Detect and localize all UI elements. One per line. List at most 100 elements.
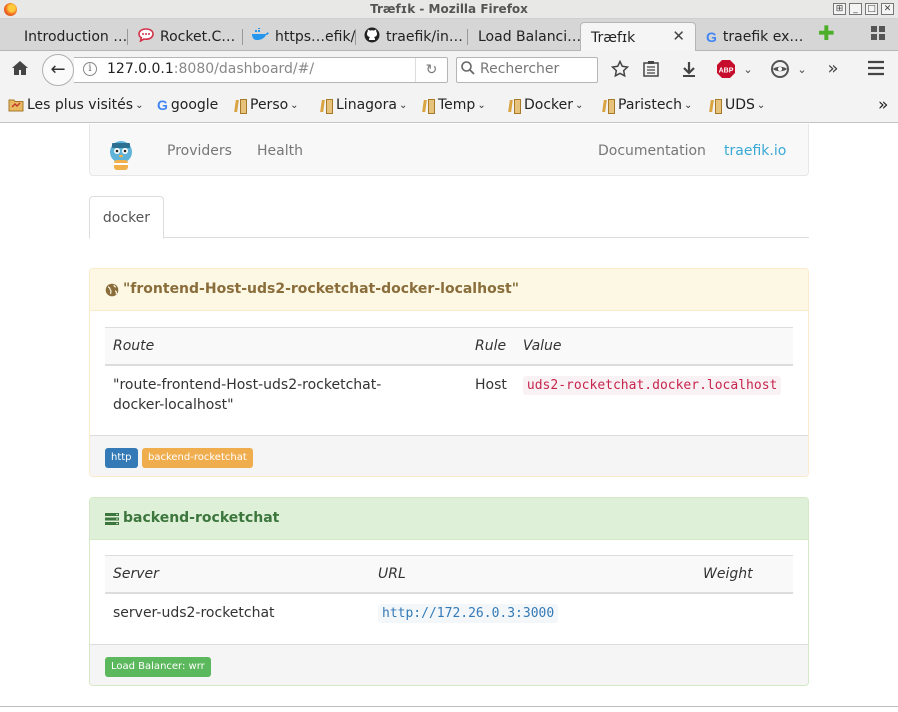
traefik-logo-icon[interactable] [108, 138, 134, 172]
tab-label: Load Balanci… [478, 28, 580, 45]
window-titlebar: Træfɪk - Mozilla Firefox ⊞ _ □ ✕ [0, 0, 898, 19]
info-icon[interactable]: i [83, 62, 97, 76]
bookmark-star-icon[interactable] [610, 59, 630, 83]
window-controls: ⊞ _ □ ✕ [833, 3, 894, 15]
overflow-chevron-icon[interactable]: » [824, 59, 842, 79]
bookmark-folder-perso[interactable]: Perso ⌄ [234, 97, 299, 114]
nav-link-providers[interactable]: Providers [167, 143, 232, 159]
server-stack-icon [105, 512, 119, 526]
download-icon[interactable] [679, 60, 699, 83]
nav-link-health[interactable]: Health [257, 143, 303, 159]
server-cell: server-uds2-rocketchat [113, 604, 275, 621]
value-cell: uds2-rocketchat.docker.localhost [515, 365, 793, 424]
backend-panel-header: backend-rocketchat [90, 498, 808, 540]
frontend-panel: "frontend-Host-uds2-rocketchat-docker-lo… [89, 268, 809, 477]
url-bar[interactable]: i 127.0.0.1:8080/dashboard/#/ ↻ [74, 57, 448, 83]
rule-cell: Host [475, 376, 507, 393]
github-icon [364, 27, 380, 47]
window-minimize-button[interactable]: _ [849, 3, 862, 15]
tab-label: Rocket.C… [160, 28, 236, 45]
bookmark-folder-linagora[interactable]: Linagora ⌄ [320, 97, 407, 114]
bookmark-folder-icon [320, 98, 334, 114]
chevron-down-icon[interactable]: ⌄ [741, 60, 755, 80]
home-icon[interactable] [10, 60, 30, 81]
frontend-title: "frontend-Host-uds2-rocketchat-docker-lo… [123, 281, 520, 297]
search-icon [461, 61, 475, 79]
traefik-navbar: Providers Health Documentation traefik.i… [89, 124, 809, 176]
browser-tab[interactable]: Load Balanci… [468, 22, 580, 51]
browser-tab-active[interactable]: Træfɪk ✕ [580, 22, 696, 52]
bookmarks-toolbar: Les plus visités ⌄ G google Perso ⌄ Linago… [0, 89, 898, 123]
tab-label: traefik/in… [386, 28, 463, 45]
bookmarks-overflow-icon[interactable]: » [878, 95, 888, 115]
column-header-rule: Rule [467, 327, 515, 366]
tab-label: traefik ex… [722, 28, 804, 45]
frontend-routes-table: Route Rule Value "route-frontend-Host-ud… [105, 327, 793, 424]
bookmark-folder-icon [709, 98, 723, 114]
browser-tab[interactable]: Introduction … [10, 22, 128, 51]
rocket-chat-icon [138, 27, 154, 46]
table-row: server-uds2-rocketchat http://172.26.0.3… [105, 593, 793, 633]
column-header-weight: Weight [695, 555, 793, 594]
tab-label: Introduction … [24, 28, 128, 45]
nav-link-documentation[interactable]: Documentation [598, 143, 706, 159]
new-tab-icon[interactable]: ✚ [818, 23, 835, 43]
column-header-server: Server [105, 555, 370, 594]
url-text[interactable]: 127.0.0.1:8080/dashboard/#/ [107, 61, 314, 77]
search-placeholder: Rechercher [480, 61, 560, 77]
hamburger-menu-icon[interactable] [866, 60, 886, 81]
browser-tab[interactable]: https…efik/ [243, 22, 356, 51]
browser-tab-bar: Introduction … Rocket.C… https…efik/ tra… [0, 19, 898, 52]
provider-tabs: docker [89, 196, 809, 239]
close-tab-icon[interactable]: ✕ [672, 27, 685, 45]
window-maximize-button[interactable]: □ [865, 3, 878, 15]
entrypoint-badge: http [105, 448, 138, 468]
back-arrow-icon[interactable]: ← [42, 54, 74, 86]
bookmark-most-visited[interactable]: Les plus visités ⌄ [8, 97, 143, 113]
svg-text:ABP: ABP [719, 68, 734, 75]
bookmark-folder-temp[interactable]: Temp ⌄ [422, 97, 486, 114]
load-balancer-badge: Load Balancer: wrr [105, 657, 211, 677]
tab-label: https…efik/ [275, 28, 356, 45]
window-bottom-border [0, 706, 898, 712]
window-title: Træfɪk - Mozilla Firefox [370, 2, 528, 16]
browser-tab[interactable]: Rocket.C… [128, 22, 243, 51]
weight-cell [695, 593, 793, 633]
reading-list-icon[interactable] [641, 60, 661, 83]
route-cell: "route-frontend-Host-uds2-rocketchat-doc… [113, 376, 382, 413]
column-header-value: Value [514, 327, 793, 366]
adblock-icon[interactable]: ABP [716, 59, 736, 84]
window-menu-button[interactable]: ⊞ [833, 3, 846, 15]
tab-docker[interactable]: docker [89, 196, 164, 239]
tab-label: Træfɪk [591, 29, 636, 46]
frontend-panel-footer: http backend-rocketchat [90, 435, 808, 476]
search-input[interactable]: Rechercher [456, 57, 598, 83]
bookmark-folder-uds[interactable]: UDS ⌄ [709, 97, 765, 114]
bookmark-folder-paristech[interactable]: Paristech ⌄ [602, 97, 692, 114]
frontend-panel-header: "frontend-Host-uds2-rocketchat-docker-lo… [90, 269, 808, 311]
backend-panel: backend-rocketchat Server URL Weight ser… [89, 497, 809, 686]
column-header-url: URL [370, 555, 695, 594]
browser-tab[interactable]: traefik/in… [356, 22, 468, 51]
bookmark-google[interactable]: G google [157, 97, 218, 113]
browser-tab[interactable]: G traefik ex… [696, 22, 808, 51]
backend-panel-footer: Load Balancer: wrr [90, 644, 808, 685]
bookmark-folder-docker[interactable]: Docker ⌄ [508, 97, 583, 114]
chevron-down-icon[interactable]: ⌄ [795, 60, 809, 80]
globe-icon [105, 283, 119, 297]
most-visited-icon [8, 98, 24, 112]
backend-badge: backend-rocketchat [142, 448, 253, 468]
google-icon: G [157, 97, 168, 113]
google-icon: G [706, 28, 717, 45]
nav-link-traefik-io[interactable]: traefik.io [724, 143, 786, 159]
backend-title: backend-rocketchat [123, 510, 280, 526]
url-cell: http://172.26.0.3:3000 [370, 593, 695, 633]
addon-icon[interactable] [770, 59, 790, 84]
bookmark-folder-icon [602, 98, 616, 114]
docker-whale-icon [251, 27, 269, 45]
tab-list-icon[interactable] [871, 26, 885, 40]
window-close-button[interactable]: ✕ [881, 3, 894, 15]
reload-icon[interactable]: ↻ [415, 58, 447, 82]
bookmark-folder-icon [508, 98, 522, 114]
column-header-route: Route [105, 327, 467, 366]
